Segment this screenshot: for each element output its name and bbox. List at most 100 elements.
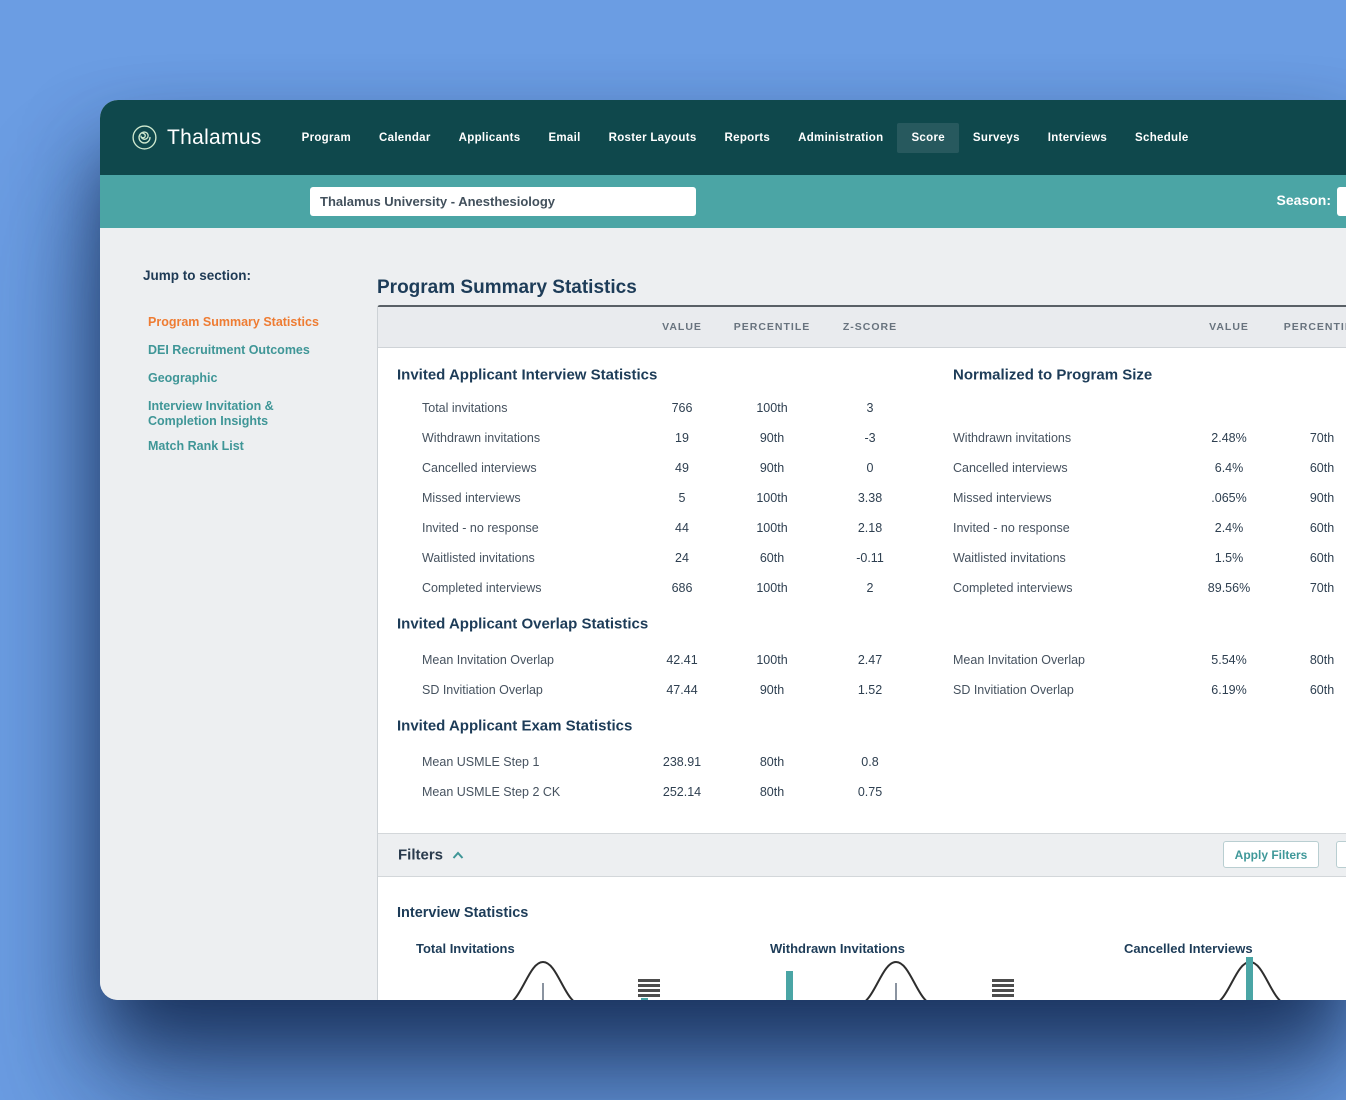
stat-label: Cancelled interviews	[422, 461, 537, 475]
nav-item-applicants[interactable]: Applicants	[445, 123, 535, 153]
stat-zscore: 3.38	[810, 491, 930, 505]
stat-percentile-normalized: 80th	[1262, 653, 1346, 667]
chart-withdrawn-invitations: Withdrawn Invitations	[770, 939, 1124, 1000]
stat-row: Missed interviews5100th3.38Missed interv…	[378, 483, 1346, 513]
brand[interactable]: Thalamus	[131, 124, 262, 151]
sidebar-link-geographic[interactable]: Geographic	[148, 371, 320, 386]
filters-bar: Filters Apply Filters	[378, 833, 1346, 877]
stat-zscore: 0.8	[810, 755, 930, 769]
stat-percentile-normalized: 60th	[1262, 683, 1346, 697]
section-heading-left: Invited Applicant Exam Statistics	[397, 718, 632, 735]
main-panel: Program Summary Statistics VALUE PERCENT…	[377, 228, 1346, 1000]
stat-zscore: 2.47	[810, 653, 930, 667]
distribution-curve	[856, 959, 936, 1000]
col-header-percentile-right: PERCENTILE	[1262, 307, 1346, 347]
chart-title: Total Invitations	[416, 941, 515, 956]
nav-item-interviews[interactable]: Interviews	[1034, 123, 1121, 153]
chart-menu-icon[interactable]	[992, 979, 1014, 997]
nav-item-reports[interactable]: Reports	[711, 123, 785, 153]
stat-percentile-normalized: 60th	[1262, 521, 1346, 535]
stat-zscore: -0.11	[810, 551, 930, 565]
top-navbar: Thalamus ProgramCalendarApplicantsEmailR…	[100, 100, 1346, 175]
stat-label: Mean USMLE Step 1	[422, 755, 539, 769]
app-window: Thalamus ProgramCalendarApplicantsEmailR…	[100, 100, 1346, 1000]
apply-filters-button[interactable]: Apply Filters	[1223, 841, 1319, 868]
chart-title: Cancelled Interviews	[1124, 941, 1253, 956]
stat-label: Missed interviews	[422, 491, 521, 505]
sidebar-link-dei-recruitment-outcomes[interactable]: DEI Recruitment Outcomes	[148, 343, 320, 358]
nav-item-calendar[interactable]: Calendar	[365, 123, 445, 153]
chevron-up-icon	[452, 851, 464, 859]
stat-row: Withdrawn invitations1990th-3Withdrawn i…	[378, 423, 1346, 453]
sidebar-link-match-rank-list[interactable]: Match Rank List	[148, 439, 320, 454]
filters-label: Filters	[398, 847, 443, 864]
nav-item-program[interactable]: Program	[288, 123, 365, 153]
col-header-zscore-left: Z-SCORE	[810, 307, 930, 347]
stat-label-normalized: SD Invitiation Overlap	[953, 683, 1074, 697]
stat-label-normalized: Mean Invitation Overlap	[953, 653, 1085, 667]
stat-row: Mean USMLE Step 1238.9180th0.8	[378, 747, 1346, 777]
stat-zscore: 2	[810, 581, 930, 595]
chart-menu-icon[interactable]	[638, 979, 660, 997]
secondary-filters-button[interactable]	[1336, 841, 1346, 868]
thalamus-logo-icon	[131, 124, 158, 151]
stats-card: VALUE PERCENTILE Z-SCORE VALUE PERCENTIL…	[377, 305, 1346, 1000]
stat-label: Total invitations	[422, 401, 507, 415]
stat-label: Completed interviews	[422, 581, 542, 595]
sidebar-link-program-summary-statistics[interactable]: Program Summary Statistics	[148, 315, 320, 330]
stat-zscore: -3	[810, 431, 930, 445]
section-heading-left: Invited Applicant Interview Statistics	[397, 367, 657, 384]
stat-row: Waitlisted invitations2460th-0.11Waitlis…	[378, 543, 1346, 573]
page-title: Program Summary Statistics	[377, 277, 637, 299]
nav-item-administration[interactable]: Administration	[784, 123, 897, 153]
sidebar-link-interview-invitation-completion-insights[interactable]: Interview Invitation & Completion Insigh…	[148, 399, 320, 429]
stat-label: SD Invitiation Overlap	[422, 683, 543, 697]
jump-sidebar: Jump to section: Program Summary Statist…	[100, 228, 377, 1000]
section-heading-left: Invited Applicant Overlap Statistics	[397, 616, 648, 633]
season-label: Season:	[1277, 192, 1331, 208]
stat-percentile-normalized: 90th	[1262, 491, 1346, 505]
stat-label: Mean USMLE Step 2 CK	[422, 785, 560, 799]
nav-item-schedule[interactable]: Schedule	[1121, 123, 1203, 153]
stat-label-normalized: Cancelled interviews	[953, 461, 1068, 475]
interview-statistics-title: Interview Statistics	[397, 905, 528, 921]
stat-row: Total invitations766100th3	[378, 393, 1346, 423]
brand-name: Thalamus	[167, 126, 262, 150]
stat-row: Mean Invitation Overlap42.41100th2.47Mea…	[378, 645, 1346, 675]
stat-label: Waitlisted invitations	[422, 551, 535, 565]
stats-table-body: Invited Applicant Interview StatisticsNo…	[378, 348, 1346, 833]
stat-label-normalized: Completed interviews	[953, 581, 1073, 595]
stat-label: Withdrawn invitations	[422, 431, 540, 445]
distribution-curve	[503, 959, 583, 1000]
stat-row: Mean USMLE Step 2 CK252.1480th0.75	[378, 777, 1346, 807]
program-subbar: Season:	[100, 175, 1346, 228]
filters-toggle[interactable]: Filters	[398, 847, 464, 864]
jump-title: Jump to section:	[143, 268, 251, 283]
chart-title: Withdrawn Invitations	[770, 941, 905, 956]
stat-row: Completed interviews686100th2Completed i…	[378, 573, 1346, 603]
stat-label: Invited - no response	[422, 521, 539, 535]
stat-label-normalized: Missed interviews	[953, 491, 1052, 505]
nav-item-email[interactable]: Email	[534, 123, 594, 153]
section-heading-row: Invited Applicant Interview StatisticsNo…	[378, 357, 1346, 393]
nav-item-surveys[interactable]: Surveys	[959, 123, 1034, 153]
nav-item-roster-layouts[interactable]: Roster Layouts	[595, 123, 711, 153]
stat-label-normalized: Invited - no response	[953, 521, 1070, 535]
stat-zscore: 2.18	[810, 521, 930, 535]
section-heading-row: Invited Applicant Overlap Statistics	[378, 603, 1346, 645]
program-position-bar	[1246, 957, 1253, 1000]
nav-item-score[interactable]: Score	[897, 123, 958, 153]
chart-total-invitations: Total Invitations	[416, 939, 770, 1000]
interview-statistics-section: Interview Statistics Total Invitations Wi…	[378, 877, 1346, 1000]
program-position-bar	[641, 998, 648, 1000]
stat-zscore: 3	[810, 401, 930, 415]
stat-row: Cancelled interviews4990th0Cancelled int…	[378, 453, 1346, 483]
stats-table-header: VALUE PERCENTILE Z-SCORE VALUE PERCENTIL…	[378, 307, 1346, 348]
season-select[interactable]	[1337, 187, 1346, 216]
program-position-bar	[786, 971, 793, 1000]
program-search-input[interactable]	[310, 187, 696, 216]
stat-label-normalized: Withdrawn invitations	[953, 431, 1071, 445]
stat-percentile-normalized: 60th	[1262, 551, 1346, 565]
stat-zscore: 1.52	[810, 683, 930, 697]
content-area: Jump to section: Program Summary Statist…	[100, 228, 1346, 1000]
